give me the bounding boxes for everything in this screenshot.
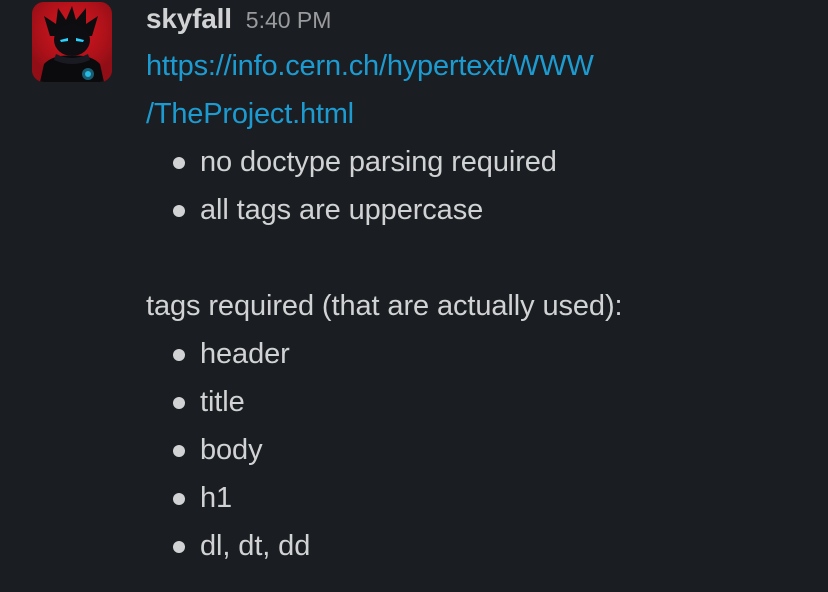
message-item: skyfall 5:40 PM https://info.cern.ch/hyp… <box>0 0 828 592</box>
bullet-list-notes: no doctype parsing required all tags are… <box>146 138 816 234</box>
list-item: title <box>146 378 816 426</box>
message-paragraph: tags required (that are actually used): <box>146 290 623 322</box>
avatar[interactable] <box>32 2 112 82</box>
username[interactable]: skyfall <box>146 0 232 38</box>
link-line-2: /TheProject.html <box>146 98 354 130</box>
timestamp[interactable]: 5:40 PM <box>246 1 332 39</box>
message-content: skyfall 5:40 PM https://info.cern.ch/hyp… <box>146 0 816 570</box>
message-header: skyfall 5:40 PM <box>146 0 816 40</box>
list-item: body <box>146 426 816 474</box>
bullet-list-tags: header title body h1 dl, dt, dd <box>146 330 816 570</box>
message-link[interactable]: https://info.cern.ch/hypertext/WWW /TheP… <box>146 42 691 138</box>
list-item: dl, dt, dd <box>146 522 816 570</box>
list-item: no doctype parsing required <box>146 138 816 186</box>
list-item: h1 <box>146 474 816 522</box>
list-item: all tags are uppercase <box>146 186 816 234</box>
list-item: header <box>146 330 816 378</box>
ninja-avatar-icon <box>32 2 112 82</box>
link-line-1: https://info.cern.ch/hypertext/WWW <box>146 50 594 82</box>
